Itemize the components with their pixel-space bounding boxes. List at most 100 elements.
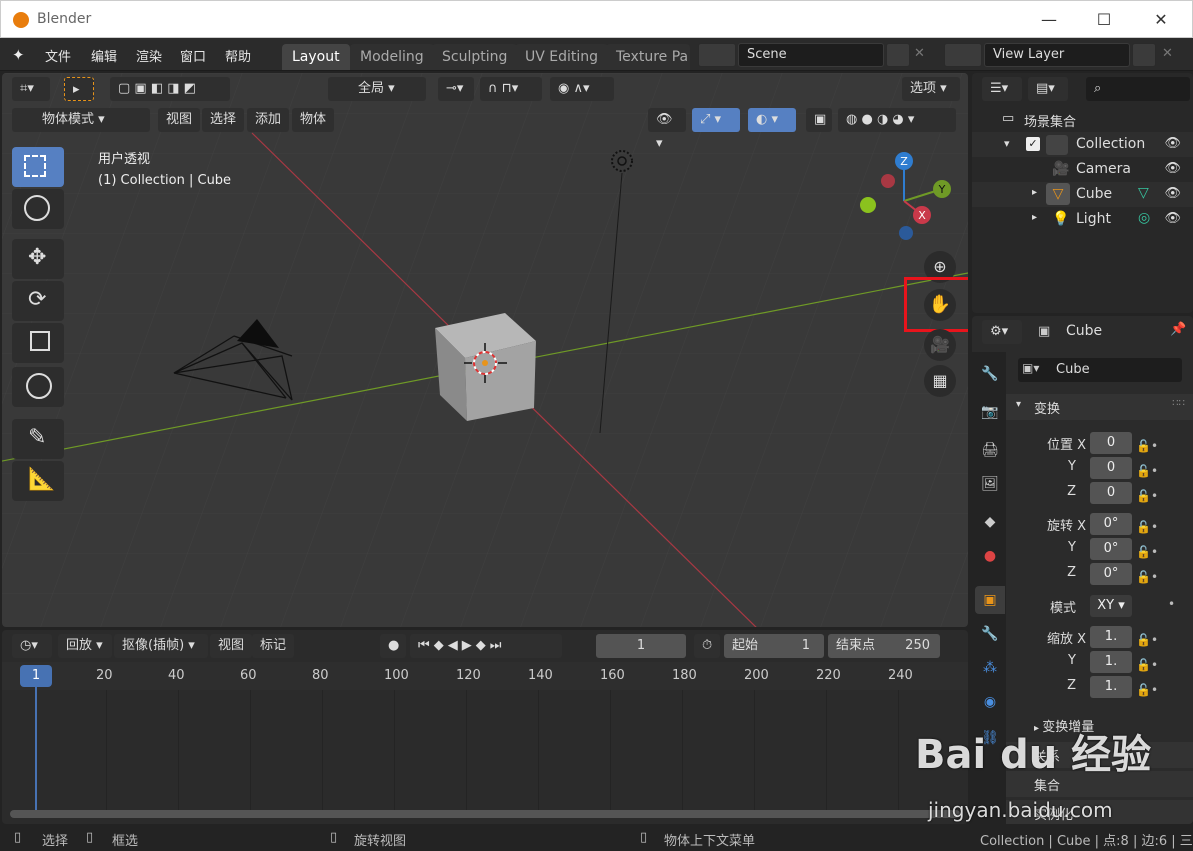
location-y-field[interactable]: 0 xyxy=(1090,457,1132,479)
eye-icon[interactable]: 👁 xyxy=(1164,211,1181,226)
scene-tab-icon[interactable]: ◆ xyxy=(975,508,1005,536)
outliner-editor-icon[interactable]: ☰▾ xyxy=(982,77,1022,101)
measure-tool[interactable]: 📐 xyxy=(12,461,64,501)
snap-icon[interactable]: ∩ ⊓▾ xyxy=(480,77,542,101)
playback-controls[interactable]: ⏮◆◀▶◆⏭ xyxy=(410,634,562,658)
light-data-icon[interactable]: ◎ xyxy=(1138,210,1150,226)
playback-menu[interactable]: 回放 ▾ xyxy=(58,634,112,658)
minimize-button[interactable]: — xyxy=(1029,7,1069,33)
transform-orientation-select[interactable]: 全局 ▾ xyxy=(328,77,426,101)
rotation-y-field[interactable]: 0° xyxy=(1090,538,1132,560)
record-icon[interactable]: ● xyxy=(380,634,406,658)
gizmo-toggle-icon[interactable]: ⤢ ▾ xyxy=(692,108,740,132)
remove-scene-icon[interactable]: ✕ xyxy=(914,46,925,61)
tab-texture-paint[interactable]: Texture Pa xyxy=(606,44,690,70)
rotate-tool[interactable]: ⟳ xyxy=(12,281,64,321)
menu-object[interactable]: 物体 xyxy=(292,108,335,132)
properties-editor-icon[interactable]: ⚙▾ xyxy=(982,320,1022,344)
current-frame-field[interactable]: 1 xyxy=(596,634,686,658)
selection-mode-icons[interactable]: ▢ ▣ ◧ ◨ ◩ xyxy=(110,77,230,101)
copy-scene-icon[interactable] xyxy=(886,43,910,67)
menu-help[interactable]: 帮助 xyxy=(225,46,251,65)
select-tweak-icon[interactable]: ▸ xyxy=(64,77,94,101)
lock-icons[interactable]: 🔓• 🔓• 🔓• xyxy=(1136,628,1158,703)
annotate-tool[interactable]: ✎ xyxy=(12,419,64,459)
lock-icons[interactable]: 🔓• 🔓• 🔓• xyxy=(1136,515,1158,590)
tool-tab-icon[interactable]: 🔧 xyxy=(975,360,1005,388)
physics-tab-icon[interactable]: ◉ xyxy=(975,688,1005,716)
timeline-view-menu[interactable]: 视图 xyxy=(210,634,253,658)
keyframe-dot-icon[interactable]: • xyxy=(1168,597,1175,611)
end-frame-field[interactable]: 结束点 250 xyxy=(828,634,940,658)
select-box-tool[interactable] xyxy=(12,147,64,187)
location-x-field[interactable]: 0 xyxy=(1090,432,1132,454)
outliner-row-cube[interactable]: ▸ ▽ Cube ▽ 👁 xyxy=(972,182,1193,207)
move-tool[interactable]: ✥ xyxy=(12,239,64,279)
object-name-field[interactable]: ▣▾ Cube xyxy=(1018,358,1182,382)
transform-tool[interactable] xyxy=(12,367,64,407)
menu-render[interactable]: 渲染 xyxy=(136,46,162,65)
checkbox-icon[interactable]: ✓ xyxy=(1026,137,1040,151)
scene-selector-icon[interactable] xyxy=(698,43,736,67)
stopwatch-icon[interactable]: ⏱ xyxy=(694,634,720,658)
outliner-row-scene-collection[interactable]: ▭ 场景集合 xyxy=(972,107,1193,132)
maximize-button[interactable]: ☐ xyxy=(1084,7,1124,33)
timeline-scrollbar[interactable] xyxy=(10,810,960,818)
menu-window[interactable]: 窗口 xyxy=(180,46,206,65)
current-frame-marker[interactable]: 1 xyxy=(20,665,52,687)
pivot-point-icon[interactable]: ⊸▾ xyxy=(438,77,474,101)
expand-arrow-icon[interactable]: ▸ xyxy=(1032,212,1037,223)
display-mode-icon[interactable]: ▤▾ xyxy=(1028,77,1068,101)
expand-arrow-icon[interactable]: ▾ xyxy=(1004,137,1010,150)
cursor-tool[interactable] xyxy=(12,189,64,229)
editor-type-icon[interactable]: ⌗▾ xyxy=(12,77,50,101)
mesh-data-icon[interactable]: ▽ xyxy=(1138,185,1149,201)
rotation-mode-select[interactable]: XY ▾ xyxy=(1090,595,1132,617)
remove-view-layer-icon[interactable]: ✕ xyxy=(1162,46,1173,61)
tab-uv-editing[interactable]: UV Editing xyxy=(515,44,609,70)
outliner-row-collection[interactable]: ▾ ✓ Collection 👁 xyxy=(972,132,1193,157)
menu-view[interactable]: 视图 xyxy=(158,108,201,132)
options-button[interactable]: 选项 ▾ xyxy=(902,77,960,101)
timeline-marker-menu[interactable]: 标记 xyxy=(252,634,295,658)
scale-tool[interactable] xyxy=(12,323,64,363)
eye-icon[interactable]: 👁 xyxy=(1164,186,1181,201)
modifier-tab-icon[interactable]: 🔧 xyxy=(975,620,1005,648)
tab-layout[interactable]: Layout xyxy=(282,44,350,70)
xray-icon[interactable]: ▣ xyxy=(806,108,832,132)
navigation-gizmo[interactable]: Z Y X xyxy=(854,149,964,249)
3d-viewport[interactable]: ⌗▾ ▸ ▢ ▣ ◧ ◨ ◩ 全局 ▾ ⊸▾ ∩ ⊓▾ ◉ ∧▾ 选项 ▾ 物体… xyxy=(2,73,968,627)
world-tab-icon[interactable]: ● xyxy=(975,542,1005,570)
visibility-icon[interactable]: 👁▾ xyxy=(648,108,686,151)
outliner-row-camera[interactable]: 🎥 Camera 👁 xyxy=(972,157,1193,182)
timeline-editor-icon[interactable]: ◷▾ xyxy=(12,634,52,658)
lock-icons[interactable]: 🔓• 🔓• 🔓• xyxy=(1136,434,1158,509)
close-window-button[interactable]: ✕ xyxy=(1141,7,1181,33)
rotation-z-field[interactable]: 0° xyxy=(1090,563,1132,585)
ortho-grid-icon[interactable]: ▦ xyxy=(924,365,956,397)
tab-modeling[interactable]: Modeling xyxy=(350,44,434,70)
mode-select[interactable]: 物体模式 ▾ xyxy=(12,108,150,132)
camera-view-icon[interactable]: 🎥 xyxy=(924,329,956,361)
menu-select[interactable]: 选择 xyxy=(202,108,245,132)
object-tab-icon[interactable]: ▣ xyxy=(975,586,1005,614)
expand-arrow-icon[interactable]: ▸ xyxy=(1032,187,1037,198)
view-layer-selector-icon[interactable] xyxy=(944,43,982,67)
blender-menu-icon[interactable]: ✦ xyxy=(12,46,32,64)
eye-icon[interactable]: 👁 xyxy=(1164,161,1181,176)
scale-y-field[interactable]: 1. xyxy=(1090,651,1132,673)
shading-mode-icons[interactable]: ◍ ● ◑ ◕ ▾ xyxy=(838,108,956,132)
view-layer-field[interactable]: View Layer xyxy=(984,43,1130,67)
location-z-field[interactable]: 0 xyxy=(1090,482,1132,504)
particles-tab-icon[interactable]: ⁂ xyxy=(975,654,1005,682)
transform-panel-header[interactable]: ▾ 变换 ∷∷ xyxy=(1006,394,1193,420)
drag-handle-icon[interactable]: ∷∷ xyxy=(1172,398,1185,409)
overlay-toggle-icon[interactable]: ◐ ▾ xyxy=(748,108,796,132)
proportional-editing-icon[interactable]: ◉ ∧▾ xyxy=(550,77,614,101)
menu-file[interactable]: 文件 xyxy=(45,46,71,65)
menu-edit[interactable]: 编辑 xyxy=(91,46,117,65)
copy-view-layer-icon[interactable] xyxy=(1132,43,1156,67)
eye-icon[interactable]: 👁 xyxy=(1164,136,1181,151)
render-tab-icon[interactable]: 📷 xyxy=(975,398,1005,426)
pin-icon[interactable]: 📌 xyxy=(1170,322,1186,337)
